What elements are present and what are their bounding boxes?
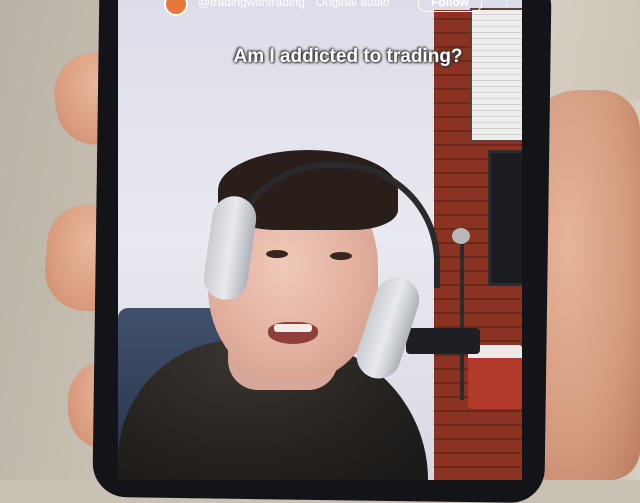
video-screen[interactable]: @tradingwithtrading · Original audio Fol… xyxy=(118,0,522,480)
stool xyxy=(406,328,480,354)
teeth xyxy=(274,324,312,332)
avatar[interactable] xyxy=(164,0,188,16)
piano-keyboard xyxy=(468,345,522,409)
monitor xyxy=(488,150,522,286)
follow-button-label: Follow xyxy=(431,0,469,9)
lamp-head xyxy=(452,228,470,244)
lamp-stand xyxy=(460,240,464,400)
audio-attribution[interactable]: @tradingwithtrading · Original audio xyxy=(198,0,390,9)
post-header: @tradingwithtrading · Original audio Fol… xyxy=(118,0,522,16)
video-caption: Am I addicted to trading? xyxy=(233,46,463,67)
more-vertical-icon[interactable]: ⋮ xyxy=(500,0,514,7)
window-blind xyxy=(470,8,522,142)
follow-button[interactable]: Follow xyxy=(418,0,482,12)
